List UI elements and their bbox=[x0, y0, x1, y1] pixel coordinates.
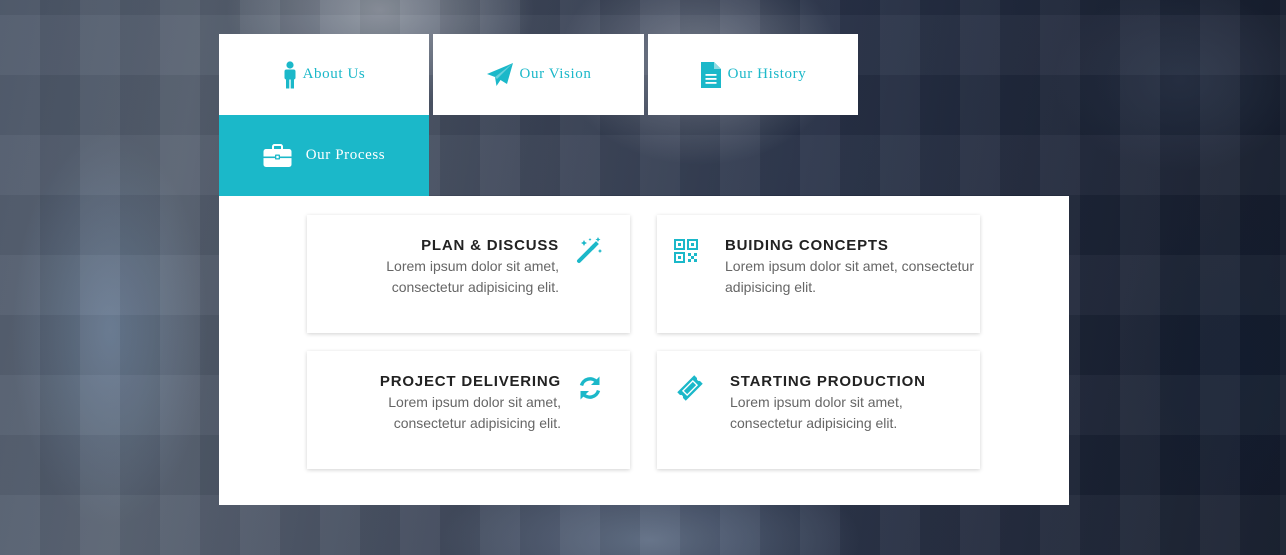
card-description-line: consectetur adipisicing elit. bbox=[393, 415, 561, 431]
process-panel: PLAN & DISCUSS Lorem ipsum dolor sit ame… bbox=[219, 196, 1069, 505]
card-description-line: Lorem ipsum dolor sit amet, consectetur bbox=[725, 258, 974, 274]
document-icon bbox=[700, 61, 722, 89]
card-starting-production: STARTING PRODUCTION Lorem ipsum dolor si… bbox=[657, 351, 980, 469]
card-title: PLAN & DISCUSS bbox=[421, 237, 559, 254]
card-title: BUIDING CONCEPTS bbox=[725, 237, 889, 254]
card-description-line: consectetur adipisicing elit. bbox=[730, 415, 898, 431]
qrcode-icon bbox=[671, 236, 701, 266]
card-title: PROJECT DELIVERING bbox=[379, 373, 561, 390]
refresh-icon bbox=[575, 373, 605, 403]
card-plan-discuss: PLAN & DISCUSS Lorem ipsum dolor sit ame… bbox=[307, 215, 630, 333]
card-description: Lorem ipsum dolor sit amet, consectetur … bbox=[380, 392, 561, 434]
card-description: Lorem ipsum dolor sit amet, consectetur … bbox=[725, 256, 974, 298]
card-building-concepts-text: BUIDING CONCEPTS Lorem ipsum dolor sit a… bbox=[725, 237, 974, 298]
tab-our-vision[interactable]: Our Vision bbox=[433, 34, 644, 115]
tab-our-process[interactable]: Our Process bbox=[219, 115, 429, 196]
tab-our-vision-label: Our Vision bbox=[519, 66, 592, 82]
card-description-line: Lorem ipsum dolor sit amet, bbox=[388, 394, 561, 410]
card-description: Lorem ipsum dolor sit amet, consectetur … bbox=[386, 256, 559, 298]
card-description-line: adipisicing elit. bbox=[725, 279, 817, 295]
paper-plane-icon bbox=[486, 62, 514, 88]
tab-our-history-label: Our History bbox=[727, 66, 807, 82]
card-plan-discuss-text: PLAN & DISCUSS Lorem ipsum dolor sit ame… bbox=[386, 237, 559, 298]
card-project-delivering-text: PROJECT DELIVERING Lorem ipsum dolor sit… bbox=[380, 373, 561, 434]
tab-about-us-label: About Us bbox=[302, 66, 366, 82]
tab-our-process-label: Our Process bbox=[305, 147, 386, 163]
person-icon bbox=[283, 60, 297, 89]
briefcase-icon bbox=[263, 143, 292, 168]
card-description-line: consectetur adipisicing elit. bbox=[391, 279, 559, 295]
card-title: STARTING PRODUCTION bbox=[730, 373, 926, 390]
card-project-delivering: PROJECT DELIVERING Lorem ipsum dolor sit… bbox=[307, 351, 630, 469]
ticket-icon bbox=[675, 373, 705, 403]
magic-wand-icon bbox=[575, 235, 605, 265]
tab-our-history[interactable]: Our History bbox=[648, 34, 858, 115]
card-description: Lorem ipsum dolor sit amet, consectetur … bbox=[730, 392, 926, 434]
card-building-concepts: BUIDING CONCEPTS Lorem ipsum dolor sit a… bbox=[657, 215, 980, 333]
card-description-line: Lorem ipsum dolor sit amet, bbox=[386, 258, 559, 274]
card-description-line: Lorem ipsum dolor sit amet, bbox=[730, 394, 903, 410]
card-starting-production-text: STARTING PRODUCTION Lorem ipsum dolor si… bbox=[730, 373, 926, 434]
tab-about-us[interactable]: About Us bbox=[219, 34, 429, 115]
